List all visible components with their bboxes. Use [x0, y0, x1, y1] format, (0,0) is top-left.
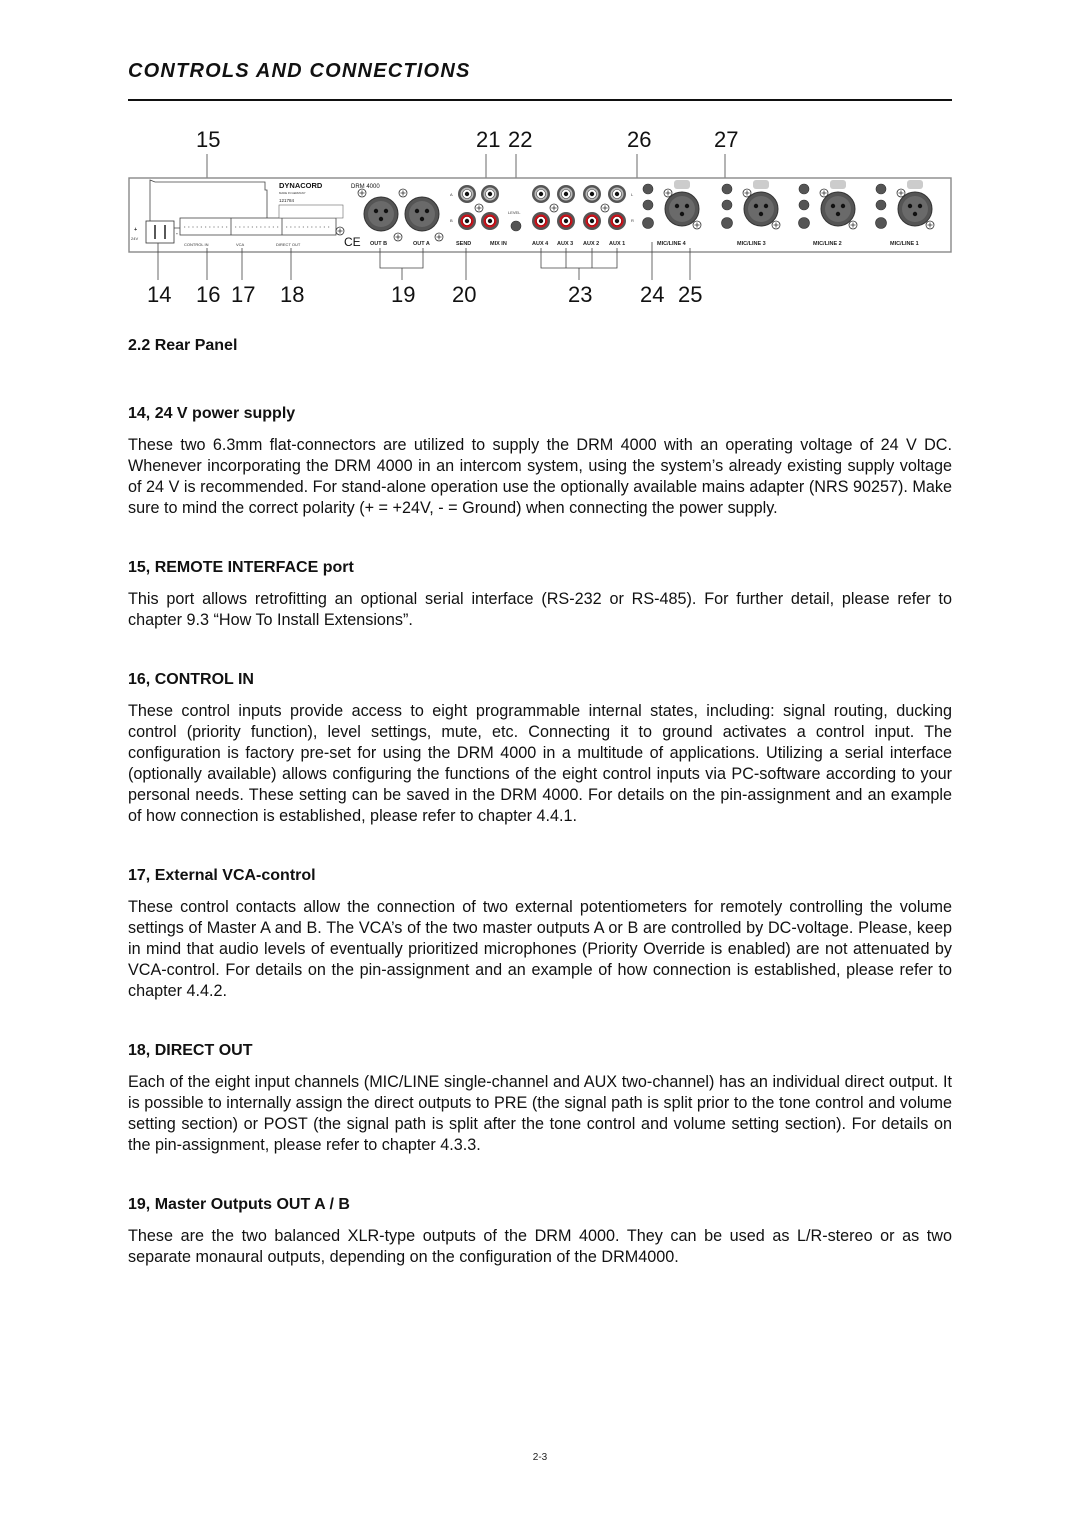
callouts-bottom: 14 16 17 18 19 20 23 24 25: [147, 282, 702, 307]
rear-panel-figure: 15 21 22 26 27 + - 24V CONTROL IN VCA DI…: [0, 110, 1080, 320]
callout-20: 20: [452, 282, 476, 307]
callout-27: 27: [714, 127, 738, 152]
aux-2-label: AUX 2: [583, 241, 599, 247]
out-a-label: OUT A: [413, 241, 430, 247]
paragraph-control-in: These control inputs provide access to e…: [128, 702, 952, 825]
mix-in-rca-b: [480, 211, 500, 231]
heading-direct-out: 18, DIRECT OUT: [128, 1042, 253, 1059]
power-voltage-label: 24V: [131, 236, 138, 241]
callout-17: 17: [231, 282, 255, 307]
page-title: CONTROLS AND CONNECTIONS: [128, 60, 471, 82]
mic-line-3-label: MIC/LINE 3: [737, 241, 766, 247]
power-plus-label: +: [134, 227, 137, 233]
mic-line-2-label: MIC/LINE 2: [813, 241, 842, 247]
mix-in-rca-a: [480, 184, 500, 204]
channel-b-label: B: [450, 218, 453, 223]
send-rca-a: [457, 184, 477, 204]
channel-r-label: R: [631, 218, 634, 223]
send-rca-b: [457, 211, 477, 231]
paragraph-master-outputs: These are the two balanced XLR-type outp…: [128, 1227, 952, 1266]
control-in-label: CONTROL IN: [184, 242, 209, 247]
aux-1-label: AUX 1: [609, 241, 625, 247]
mic-line-4-label: MIC/LINE 4: [657, 241, 687, 247]
heading-master-outputs: 19, Master Outputs OUT A / B: [128, 1196, 350, 1213]
content-body: 2.2 Rear Panel 14, 24 V power supply The…: [128, 335, 952, 1268]
out-b-label: OUT B: [370, 241, 387, 247]
paragraph-remote-interface: This port allows retrofitting an optiona…: [128, 590, 952, 629]
callout-14: 14: [147, 282, 171, 307]
serial-number: 121784: [279, 198, 295, 203]
callout-16: 16: [196, 282, 220, 307]
section-heading-rear-panel: 2.2 Rear Panel: [128, 337, 238, 354]
mix-in-label: MIX IN: [490, 241, 507, 247]
page-number: 2-3: [532, 1452, 548, 1463]
serial-label-box: [278, 204, 344, 219]
heading-control-in: 16, CONTROL IN: [128, 671, 254, 688]
callout-18: 18: [280, 282, 304, 307]
ce-mark: CE: [344, 235, 361, 249]
callout-15: 15: [196, 127, 220, 152]
terminal-block: [179, 217, 337, 236]
level-label: LEVEL: [508, 210, 521, 215]
paragraph-vca-control: These control contacts allow the connect…: [128, 898, 952, 1000]
send-label: SEND: [456, 241, 471, 247]
paragraph-power-supply: These two 6.3mm flat-connectors are util…: [128, 436, 952, 517]
title-divider: [128, 99, 952, 101]
callout-24: 24: [640, 282, 664, 307]
callout-25: 25: [678, 282, 702, 307]
aux-4-label: AUX 4: [532, 241, 549, 247]
vca-label: VCA: [236, 242, 245, 247]
power-terminal: [145, 220, 175, 244]
power-minus-label: -: [176, 231, 178, 237]
heading-power-supply: 14, 24 V power supply: [128, 405, 296, 422]
callout-21: 21: [476, 127, 500, 152]
callout-19: 19: [391, 282, 415, 307]
direct-out-label: DIRECT OUT: [276, 242, 301, 247]
level-knob: [510, 220, 522, 232]
mic-line-1-label: MIC/LINE 1: [890, 241, 919, 247]
callout-26: 26: [627, 127, 651, 152]
rear-panel-diagram: 15 21 22 26 27 + - 24V CONTROL IN VCA DI…: [128, 127, 952, 307]
paragraph-direct-out: Each of the eight input channels (MIC/LI…: [128, 1073, 952, 1154]
callouts-top: 15 21 22 26 27: [196, 127, 738, 152]
heading-vca-control: 17, External VCA-control: [128, 867, 316, 884]
heading-remote-interface: 15, REMOTE INTERFACE port: [128, 559, 354, 576]
callout-23: 23: [568, 282, 592, 307]
channel-a-label: A: [450, 192, 453, 197]
aux-3-label: AUX 3: [557, 241, 573, 247]
brand-logo: DYNACORD: [279, 181, 323, 190]
callout-22: 22: [508, 127, 532, 152]
made-in-label: MADE IN GERMANY: [279, 191, 306, 195]
model-label: DRM 4000: [351, 184, 380, 190]
